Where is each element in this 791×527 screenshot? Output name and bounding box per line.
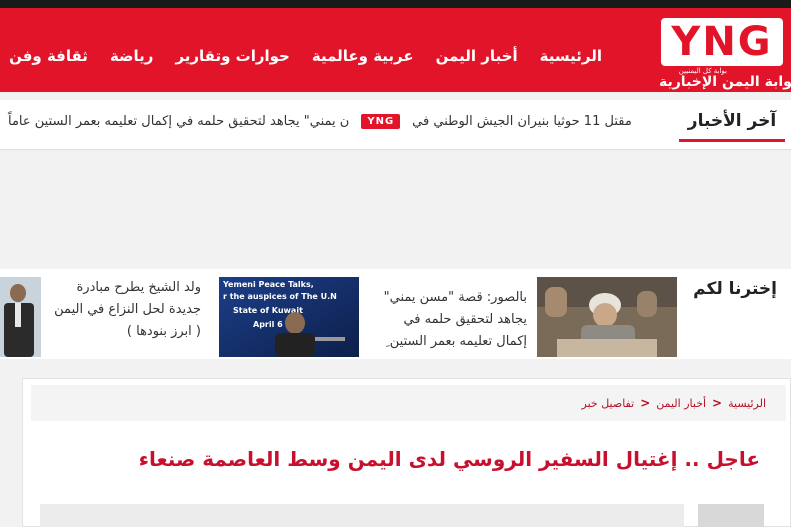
news-ticker: آخر الأخبار ن يمني" يجاهد لتحقيق حلمه في… (0, 100, 791, 150)
article-body-placeholder (40, 504, 684, 527)
pick-photo[interactable] (537, 277, 677, 357)
breadcrumb-current: تفاصيل خبر (581, 396, 635, 410)
ticker-logo: YNG (361, 113, 401, 129)
main-nav: الرئيسية أخبار اليمن عربية وعالمية حوارا… (1, 8, 613, 92)
sidebar-placeholder (698, 504, 764, 527)
picks-title: إخترنا لكم (693, 279, 777, 299)
pick-text[interactable]: ولد الشيخ يطرح مبادرة جديدة لحل النزاع ف… (51, 277, 201, 343)
pick-photo-caption: r the auspices of The U.N (223, 292, 337, 301)
pick-photo-caption: April 6 (253, 320, 283, 329)
nav-sports[interactable]: رياضة (99, 47, 165, 65)
pick-photo-caption: Yemeni Peace Talks, (222, 280, 314, 289)
breadcrumb-separator: < (640, 396, 651, 410)
pick-photo[interactable] (0, 277, 41, 357)
logo-name: بوابة اليمن الإخبارية (659, 74, 791, 90)
breadcrumb-section[interactable]: أخبار اليمن (656, 397, 706, 410)
editors-picks: إخترنا لكم بالصور: قصة "مسن يمني" يجاهد … (0, 269, 791, 359)
site-logo[interactable]: YNG بوابة كل اليمنيين بوابة اليمن الإخبا… (657, 12, 791, 90)
nav-yemen-news[interactable]: أخبار اليمن (425, 47, 529, 65)
logo-letters: YNG (671, 19, 773, 65)
pick-card[interactable]: بالصور: قصة "مسن يمني" يجاهد لتحقيق حلمه… (377, 277, 677, 357)
article-headline: عاجل .. إغتيال السفير الروسي لدى اليمن و… (138, 447, 760, 471)
top-strip (0, 0, 791, 8)
pick-card[interactable]: Yemeni Peace Talks, r the auspices of Th… (219, 277, 359, 357)
pick-photo[interactable]: Yemeni Peace Talks, r the auspices of Th… (219, 277, 359, 357)
breadcrumb-separator: < (712, 396, 723, 410)
logo-box: YNG (661, 18, 783, 66)
nav-home[interactable]: الرئيسية (529, 47, 613, 65)
ticker-track: ن يمني" يجاهد لتحقيق حلمه في إكمال تعليم… (0, 100, 673, 142)
pick-text[interactable]: بالصور: قصة "مسن يمني" يجاهد لتحقيق حلمه… (377, 287, 527, 353)
breadcrumb-home[interactable]: الرئيسية (728, 397, 766, 410)
breadcrumb: الرئيسية < أخبار اليمن < تفاصيل خبر (31, 385, 786, 421)
ticker-item[interactable]: مقتل 11 حوثيا بنيران الجيش الوطني في (404, 114, 640, 129)
site-header: YNG بوابة كل اليمنيين بوابة اليمن الإخبا… (0, 8, 791, 92)
nav-culture-art[interactable]: ثقافة وفن (0, 47, 99, 65)
nav-interviews-reports[interactable]: حوارات وتقارير (164, 47, 300, 65)
ticker-item[interactable]: ن يمني" يجاهد لتحقيق حلمه في إكمال تعليم… (0, 114, 357, 129)
ad-space (0, 150, 791, 269)
nav-arab-world[interactable]: عربية وعالمية (301, 47, 425, 65)
ticker-title: آخر الأخبار (679, 100, 785, 142)
pick-card[interactable]: ولد الشيخ يطرح مبادرة جديدة لحل النزاع ف… (0, 277, 201, 357)
